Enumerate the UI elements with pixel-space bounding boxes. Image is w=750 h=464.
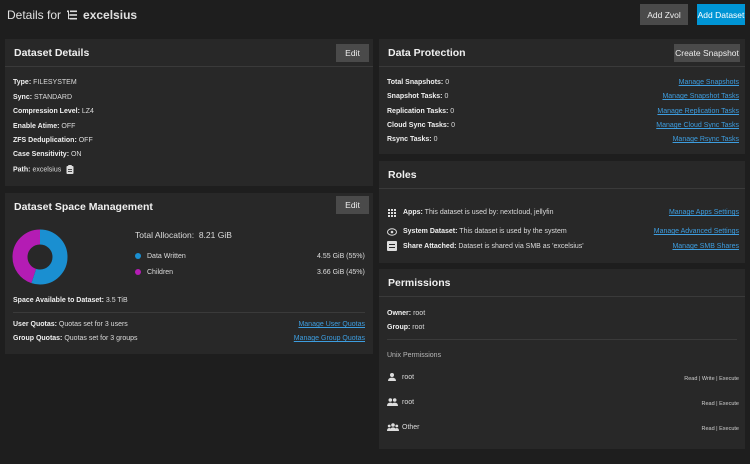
permissions-owner: Owner: root — [387, 310, 426, 317]
detail-row-case: Case Sensitivity: ON — [13, 151, 82, 158]
data-written-dot — [135, 253, 141, 260]
legend-children: Children — [135, 269, 173, 276]
manage-group-quotas-link[interactable]: Manage Group Quotas — [294, 335, 365, 342]
divider — [13, 312, 365, 313]
roles-card: Roles Apps: This dataset is used by: nex… — [379, 161, 745, 263]
detail-row-path: Path: excelsius — [13, 165, 74, 174]
perm-entry-group: root — [402, 399, 415, 406]
legend-children-value: 3.66 GiB (45%) — [317, 269, 365, 276]
perm-entry-group-perms: Read | Execute — [701, 401, 739, 407]
detail-row-type: Type: FILESYSTEM — [13, 79, 77, 86]
card-title: Roles — [388, 169, 417, 181]
manage-rsync-tasks-link[interactable]: Manage Rsync Tasks — [673, 136, 739, 143]
detail-row-atime: Enable Atime: OFF — [13, 123, 76, 130]
permissions-card: Permissions Owner: root Group: root Unix… — [379, 269, 745, 449]
copy-clipboard-icon[interactable] — [66, 165, 74, 174]
total-allocation: Total Allocation: 8.21 GiB — [135, 230, 232, 240]
page-title-prefix: Details for — [7, 8, 62, 22]
perm-entry-other-perms: Read | Execute — [701, 426, 739, 432]
children-dot — [135, 269, 141, 276]
manage-apps-settings-link[interactable]: Manage Apps Settings — [669, 209, 739, 216]
card-header: Dataset Details Edit — [5, 39, 373, 67]
manage-replication-tasks-link[interactable]: Manage Replication Tasks — [657, 108, 739, 115]
perm-entry-other: Other — [402, 424, 420, 431]
manage-smb-shares-link[interactable]: Manage SMB Shares — [672, 243, 739, 250]
card-header: Dataset Space Management Edit — [5, 193, 373, 221]
card-title: Data Protection — [388, 47, 466, 59]
apps-grid-icon — [388, 209, 396, 217]
space-management-card: Dataset Space Management Edit Total Allo… — [5, 193, 373, 354]
protection-row-cloud-sync: Cloud Sync Tasks: 0 — [387, 122, 455, 129]
detail-row-compression: Compression Level: LZ4 — [13, 108, 94, 115]
perm-entry-user-perms: Read | Write | Execute — [684, 376, 739, 382]
user-quotas: User Quotas: Quotas set for 3 users — [13, 321, 128, 328]
manage-advanced-settings-link[interactable]: Manage Advanced Settings — [654, 228, 739, 235]
legend-data-written: Data Written — [135, 253, 186, 260]
manage-user-quotas-link[interactable]: Manage User Quotas — [298, 321, 365, 328]
protection-row-replication: Replication Tasks: 0 — [387, 108, 455, 115]
legend-data-written-value: 4.55 GiB (55%) — [317, 253, 365, 260]
protection-row-snapshots: Total Snapshots: 0 — [387, 79, 450, 86]
role-row-apps: Apps: This dataset is used by: nextcloud… — [403, 209, 554, 216]
smb-share-icon — [387, 241, 397, 251]
protection-row-snapshot-tasks: Snapshot Tasks: 0 — [387, 93, 449, 100]
page-title: Details for excelsius — [7, 8, 137, 22]
manage-cloud-sync-tasks-link[interactable]: Manage Cloud Sync Tasks — [656, 122, 739, 129]
system-gear-icon — [387, 228, 397, 236]
detail-row-dedup: ZFS Deduplication: OFF — [13, 137, 93, 144]
protection-row-rsync: Rsync Tasks: 0 — [387, 136, 438, 143]
user-icon — [388, 373, 396, 381]
add-dataset-button[interactable]: Add Dataset — [697, 4, 745, 25]
manage-snapshot-tasks-link[interactable]: Manage Snapshot Tasks — [662, 93, 739, 100]
group-icon — [387, 398, 398, 406]
dataset-name: excelsius — [83, 8, 138, 22]
edit-space-button[interactable]: Edit — [336, 196, 369, 214]
card-title: Dataset Details — [14, 47, 90, 59]
data-protection-card: Data Protection Create Snapshot Total Sn… — [379, 39, 745, 154]
others-icon — [387, 423, 399, 431]
card-title: Permissions — [388, 277, 451, 289]
detail-row-sync: Sync: STANDARD — [13, 94, 72, 101]
space-donut-chart — [12, 229, 68, 285]
card-title: Dataset Space Management — [14, 201, 153, 213]
dataset-tree-icon — [67, 10, 78, 20]
edit-details-button[interactable]: Edit — [336, 44, 369, 62]
role-row-share: Share Attached: Dataset is shared via SM… — [403, 243, 584, 250]
create-snapshot-button[interactable]: Create Snapshot — [674, 44, 740, 62]
manage-snapshots-link[interactable]: Manage Snapshots — [679, 79, 739, 86]
card-header: Data Protection Create Snapshot — [379, 39, 745, 67]
space-available: Space Available to Dataset: 3.5 TiB — [13, 297, 128, 304]
dataset-details-card: Dataset Details Edit Type: FILESYSTEM Sy… — [5, 39, 373, 186]
group-quotas: Group Quotas: Quotas set for 3 groups — [13, 335, 138, 342]
divider — [387, 339, 737, 340]
card-header: Permissions — [379, 269, 745, 297]
unix-permissions-label: Unix Permissions — [387, 352, 442, 359]
card-header: Roles — [379, 161, 745, 189]
page-header: Details for excelsius Add Zvol Add Datas… — [0, 0, 750, 32]
role-row-system-dataset: System Dataset: This dataset is used by … — [403, 228, 567, 235]
add-zvol-button[interactable]: Add Zvol — [640, 4, 688, 25]
permissions-group: Group: root — [387, 324, 425, 331]
perm-entry-user: root — [402, 374, 415, 381]
